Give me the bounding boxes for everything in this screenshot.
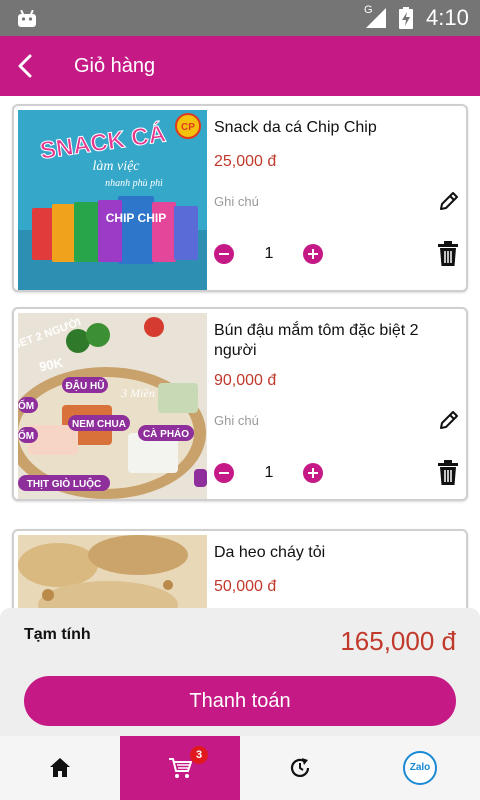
pack-text: CHIP CHIP	[106, 211, 166, 225]
cart-item: SET 2 NGƯỜI 90K ĐẬU HŨ NEM CHUA CÀ PHÁO …	[12, 307, 468, 501]
side-label-1: ỐM	[18, 398, 34, 412]
watermark-text: 3 Miền	[120, 386, 155, 400]
subtotal-label: Tạm tính	[24, 626, 91, 643]
tab-history[interactable]	[240, 736, 360, 800]
subtotal-value: 165,000 đ	[340, 626, 456, 656]
zalo-icon: Zalo	[403, 751, 437, 785]
tab-zalo[interactable]: Zalo	[360, 736, 480, 800]
clock: 4:10	[426, 5, 469, 30]
android-icon	[18, 9, 36, 27]
arrow-back-icon[interactable]	[14, 52, 38, 80]
nem-chua-label: NEM CHUA	[72, 419, 126, 430]
cart-item: CP SNACK CÁ làm việc nhanh phù phì CHIP …	[12, 104, 468, 292]
tab-cart[interactable]: 3	[120, 736, 240, 800]
order-summary: Tạm tính 165,000 đ Thanh toán	[0, 608, 480, 736]
product-price: 90,000 đ	[214, 372, 277, 389]
tab-home[interactable]	[0, 736, 120, 800]
snack-tagline2-text: nhanh phù phì	[105, 178, 163, 189]
signal-icon	[366, 8, 386, 28]
brand-text: CP	[181, 122, 195, 133]
bottom-nav: 3 Zalo	[0, 736, 480, 800]
tofu-label: ĐẬU HŨ	[66, 379, 105, 392]
status-bar: G 4:10	[0, 0, 480, 36]
note-field[interactable]: Ghi chú	[214, 194, 259, 209]
trash-icon[interactable]	[436, 241, 460, 267]
decrease-quantity-button[interactable]	[214, 463, 234, 483]
quantity-value: 1	[264, 245, 274, 262]
note-field[interactable]: Ghi chú	[214, 413, 259, 428]
product-name: Da heo cháy tỏi	[214, 544, 326, 561]
ca-phao-label: CÀ PHÁO	[143, 427, 189, 440]
cart-badge: 3	[190, 746, 208, 764]
home-icon	[50, 758, 70, 777]
increase-quantity-button[interactable]	[303, 463, 323, 483]
battery-charging-icon	[399, 7, 413, 29]
quantity-value: 1	[264, 464, 274, 481]
thit-gio-label: THỊT GIÒ LUỘC	[27, 477, 101, 490]
product-price: 50,000 đ	[214, 578, 277, 595]
product-image-bun-dau: SET 2 NGƯỜI 90K ĐẬU HŨ NEM CHUA CÀ PHÁO …	[18, 313, 207, 499]
edit-note-icon[interactable]	[438, 409, 460, 431]
app-bar: Giỏ hàng	[0, 36, 480, 96]
side-label-2: ỐM	[18, 428, 34, 442]
product-image-da-heo	[18, 535, 207, 608]
decrease-quantity-button[interactable]	[214, 244, 234, 264]
checkout-button[interactable]: Thanh toán	[24, 676, 456, 726]
page-title: Giỏ hàng	[74, 55, 156, 77]
cart-icon	[169, 758, 192, 778]
product-price: 25,000 đ	[214, 153, 277, 170]
product-image-snack: CP SNACK CÁ làm việc nhanh phù phì CHIP …	[18, 110, 207, 290]
snack-tagline-text: làm việc	[92, 159, 140, 174]
history-icon	[290, 758, 310, 777]
edit-note-icon[interactable]	[438, 190, 460, 212]
product-name: Snack da cá Chip Chip	[214, 119, 377, 136]
trash-icon[interactable]	[436, 460, 460, 486]
cart-item: Da heo cháy tỏi 50,000 đ	[12, 529, 468, 608]
cart-list[interactable]: CP SNACK CÁ làm việc nhanh phù phì CHIP …	[0, 96, 480, 608]
increase-quantity-button[interactable]	[303, 244, 323, 264]
product-name: Bún đậu mắm tôm đặc biệt 2 người	[214, 322, 419, 359]
